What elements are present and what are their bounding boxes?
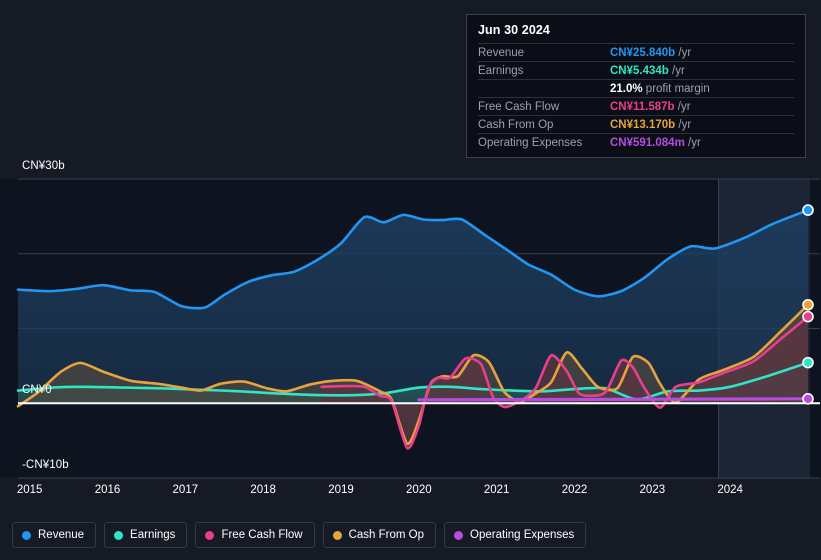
financial-chart-screenshot: CN¥30b CN¥0 -CN¥10b 2015 2016 2017 2018 2019 20… [0,0,821,560]
x-axis-tick-label: 2024 [717,484,743,496]
legend-color-dot-icon [114,530,124,540]
x-axis-tick-label: 2020 [406,484,432,496]
tooltip-row-label: Revenue [478,47,525,59]
legend-item-label: Revenue [38,529,85,541]
legend-item-label: Free Cash Flow [221,529,303,541]
x-axis-tick-label: 2016 [94,484,121,496]
tooltip-row-label: Operating Expenses [478,137,583,149]
tooltip-row-value: CN¥25.840b /yr [610,47,692,59]
tooltip-rows: Revenue CN¥25.840b /yr Earnings CN¥5.434b /… [478,43,794,151]
legend-item-cash-from-op[interactable]: Cash From Op [322,522,437,548]
tooltip-row: Earnings CN¥5.434b /yr [478,61,794,79]
legend-item-label: Earnings [130,529,176,541]
legend-item-revenue[interactable]: Revenue [12,522,97,548]
y-axis-tick-label: CN¥0 [22,384,52,397]
x-axis-tick-label: 2015 [16,484,43,496]
tooltip-row: 21.0% profit margin [478,79,794,97]
data-tooltip: Jun 30 2024 Revenue CN¥25.840b /yr Earning… [466,14,806,158]
legend-item-earnings[interactable]: Earnings [104,522,188,548]
endpoint-marker-free-cash-flow [802,310,814,323]
legend-color-dot-icon [332,530,342,540]
legend-item-operating-expenses[interactable]: Operating Expenses [444,522,587,548]
tooltip-row-value: 21.0% profit margin [610,83,710,95]
legend-item-free-cash-flow[interactable]: Free Cash Flow [195,522,315,548]
tooltip-row-value: CN¥13.170b /yr [610,119,692,131]
endpoint-marker-operating-expenses [802,393,814,405]
x-axis-tick-label: 2023 [639,484,666,496]
legend-color-dot-icon [22,530,31,540]
tooltip-date: Jun 30 2024 [478,23,550,37]
legend-color-dot-icon [454,530,464,540]
tooltip-row-value: CN¥11.587b /yr [610,101,691,113]
legend-color-dot-icon [205,530,215,540]
endpoint-marker-revenue [802,204,814,216]
x-axis-tick-label: 2021 [483,484,510,496]
tooltip-row: Free Cash Flow CN¥11.587b /yr [478,97,794,115]
legend-item-label: Cash From Op [348,529,425,541]
tooltip-row: Operating Expenses CN¥591.084m /yr [478,133,794,151]
tooltip-row-label: Cash From Op [478,119,554,131]
legend-item-label: Operating Expenses [470,529,575,541]
endpoint-marker-earnings [802,356,814,369]
x-axis-tick-label: 2017 [172,484,199,496]
y-axis-tick-label: -CN¥10b [22,459,69,471]
tooltip-row-label: Free Cash Flow [478,101,560,113]
tooltip-row-value: CN¥5.434b /yr [610,65,685,77]
endpoint-marker-cash-from-op [802,299,814,311]
x-axis-tick-label: 2019 [328,484,354,496]
line-operating-expenses [417,397,810,402]
y-axis-tick-label: CN¥30b [22,160,65,172]
tooltip-row: Cash From Op CN¥13.170b /yr [478,115,794,133]
x-axis-tick-label: 2018 [250,484,276,496]
x-axis-tick-label: 2022 [561,484,588,496]
chart-legend[interactable]: Revenue Earnings Free Cash Flow Cash From O… [12,522,587,548]
tooltip-row: Revenue CN¥25.840b /yr [478,43,794,61]
tooltip-row-value: CN¥591.084m /yr [610,137,701,149]
tooltip-row-label: Earnings [478,65,524,77]
